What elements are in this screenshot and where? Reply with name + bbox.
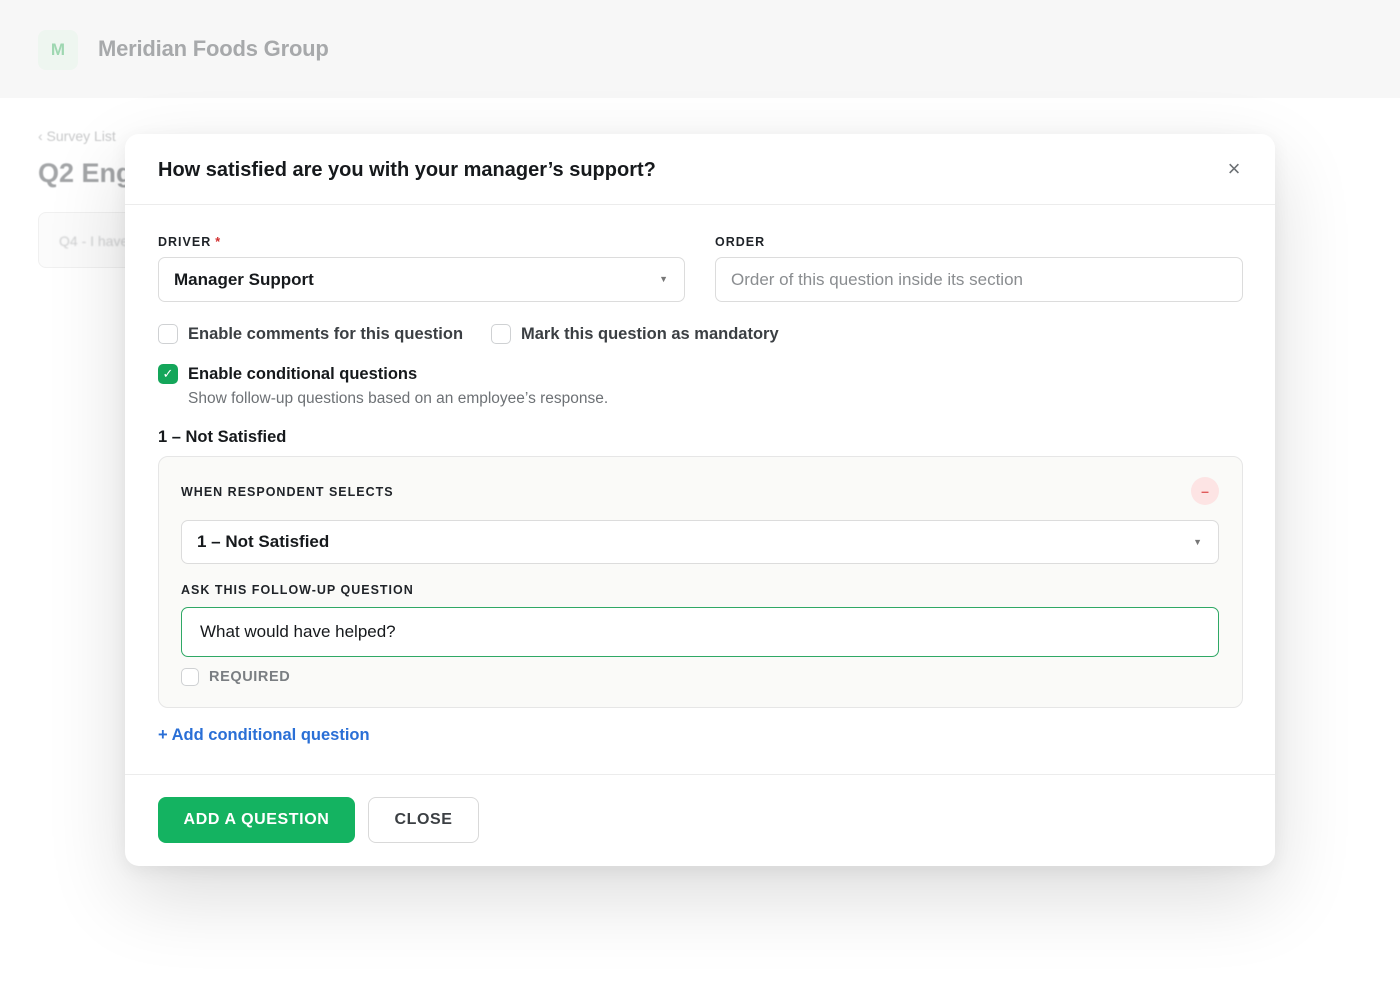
response-option-select[interactable]: 1 – Not Satisfied ▼ (181, 520, 1219, 564)
driver-select-value: Manager Support (174, 269, 314, 289)
response-option-value: 1 – Not Satisfied (197, 532, 330, 551)
followup-question-value: What would have helped? (200, 622, 396, 641)
conditional-questions-label: Enable conditional questions (188, 364, 418, 383)
followup-question-label: ASK THIS FOLLOW-UP QUESTION (181, 583, 414, 597)
conditional-questions-checkbox[interactable]: ✓ Enable conditional questions (158, 364, 417, 384)
driver-select[interactable]: Manager Support ▼ (158, 257, 685, 302)
condition-section-title: 1 – Not Satisfied (158, 428, 287, 446)
company-logo: M (38, 30, 78, 70)
required-star: * (215, 235, 222, 249)
question-modal: How satisfied are you with your manager’… (125, 134, 1275, 866)
chevron-down-icon: ▼ (659, 274, 668, 284)
add-question-button[interactable]: ADD A QUESTION (158, 797, 355, 843)
followup-required-label: REQUIRED (209, 669, 291, 685)
close-icon[interactable]: × (1223, 158, 1245, 180)
breadcrumb[interactable]: ‹ Survey List (38, 128, 116, 144)
order-input-placeholder: Order of this question inside its sectio… (731, 269, 1023, 289)
footer-divider (125, 774, 1275, 775)
app-header: M Meridian Foods Group (0, 0, 1400, 98)
question-card-text: Q4 - I have (59, 233, 129, 249)
modal-header: How satisfied are you with your manager’… (125, 134, 1275, 205)
remove-condition-icon[interactable]: – (1191, 477, 1219, 505)
checkbox-icon[interactable] (158, 324, 178, 344)
modal-title: How satisfied are you with your manager’… (158, 159, 656, 181)
enable-comments-checkbox[interactable]: Enable comments for this question (158, 324, 463, 344)
chevron-down-icon: ▼ (1193, 537, 1202, 547)
add-conditional-question-link[interactable]: + Add conditional question (158, 726, 370, 745)
company-name: Meridian Foods Group (98, 36, 329, 61)
conditional-helper-text: Show follow-up questions based on an emp… (188, 390, 609, 407)
checkbox-icon[interactable] (181, 668, 199, 686)
checkmark-icon[interactable]: ✓ (158, 364, 178, 384)
condition-card: WHEN RESPONDENT SELECTS – 1 – Not Satisf… (158, 456, 1243, 708)
driver-label: DRIVER * (158, 235, 221, 249)
followup-required-checkbox[interactable]: REQUIRED (181, 668, 290, 686)
when-respondent-selects-label: WHEN RESPONDENT SELECTS (181, 485, 394, 499)
driver-label-text: DRIVER (158, 235, 212, 249)
mandatory-label: Mark this question as mandatory (521, 324, 779, 343)
mandatory-checkbox[interactable]: Mark this question as mandatory (491, 324, 779, 344)
enable-comments-label: Enable comments for this question (188, 324, 464, 343)
followup-question-input[interactable]: What would have helped? (181, 607, 1219, 657)
order-input[interactable]: Order of this question inside its sectio… (715, 257, 1243, 302)
close-button[interactable]: CLOSE (368, 797, 479, 843)
checkbox-icon[interactable] (491, 324, 511, 344)
order-label: ORDER (715, 235, 766, 249)
